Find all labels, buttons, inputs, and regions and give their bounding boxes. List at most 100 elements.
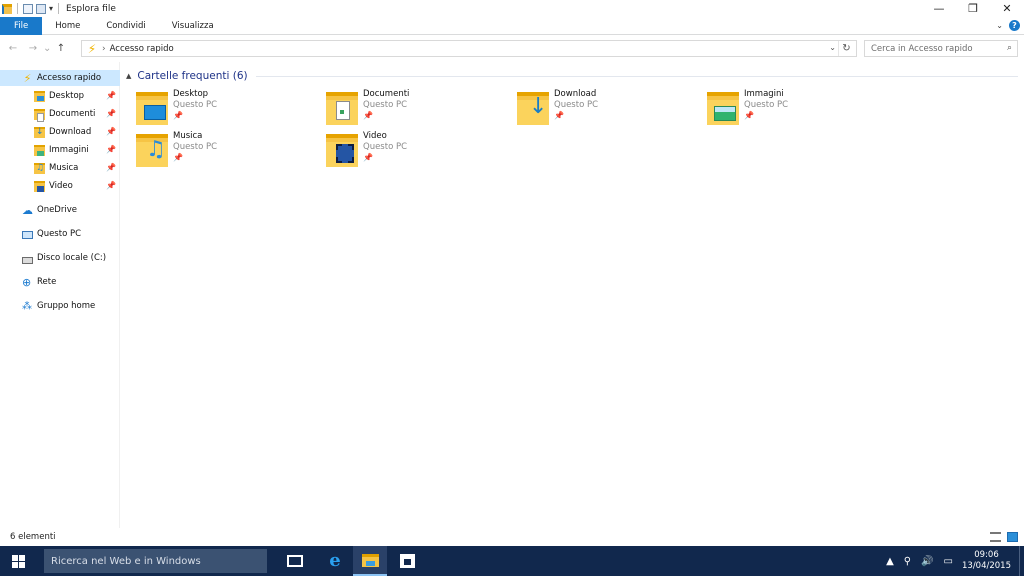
address-bar[interactable]: ⚡ › Accesso rapido ⌄ ↻ (81, 40, 857, 57)
folder-location: Questo PC (363, 142, 408, 152)
folder-tile-downloads[interactable]: ↓ Download Questo PC 📌 (517, 89, 697, 129)
onedrive-icon: ☁ (22, 203, 33, 217)
file-explorer-icon (361, 553, 379, 567)
file-explorer-taskbar-button[interactable] (353, 546, 387, 576)
folder-location: Questo PC (744, 100, 789, 110)
title-bar: ▾ Esplora file — ❐ ✕ (0, 0, 1024, 17)
store-button[interactable] (390, 546, 424, 576)
group-header-frequent-folders[interactable]: ▲ Cartelle frequenti (6) (126, 70, 1018, 82)
recent-locations-chevron-icon[interactable]: ⌄ (43, 43, 51, 54)
back-arrow-icon[interactable]: ← (3, 43, 23, 54)
sidebar-item-onedrive[interactable]: ☁ OneDrive (0, 202, 120, 218)
details-view-icon[interactable] (990, 532, 1001, 542)
sidebar-item-label: Accesso rapido (37, 73, 102, 83)
documents-folder-icon (326, 92, 358, 125)
network-tray-icon[interactable]: ⚲ (904, 556, 911, 567)
sidebar-item-label: Questo PC (37, 229, 82, 239)
folder-tile-pictures[interactable]: Immagini Questo PC 📌 (707, 89, 887, 129)
up-arrow-icon[interactable]: ↑ (51, 43, 71, 54)
download-folder-icon: ↓ (517, 92, 549, 125)
search-icon[interactable]: ⌕ (1007, 43, 1012, 53)
navigation-pane: ⚡ Accesso rapido Desktop 📌 Documenti 📌 D… (0, 62, 120, 528)
address-history-chevron-icon[interactable]: ⌄ (829, 43, 836, 52)
show-hidden-icons-chevron-icon[interactable]: ▲ (886, 556, 894, 567)
show-desktop-button[interactable] (1019, 546, 1024, 576)
homegroup-icon: ⁂ (22, 300, 32, 312)
navigation-bar: ← → ⌄ ↑ ⚡ › Accesso rapido ⌄ ↻ Cerca in … (0, 35, 1024, 62)
clock-date: 13/04/2015 (962, 561, 1011, 571)
task-view-icon (287, 555, 303, 567)
sidebar-item-this-pc[interactable]: Questo PC (0, 226, 120, 242)
taskbar: Ricerca nel Web e in Windows e ▲ ⚲ 🔊 ▭ 0… (0, 546, 1024, 576)
windows-logo-icon (11, 554, 25, 568)
sidebar-item-label: Disco locale (C:) (37, 253, 107, 263)
sidebar-item-network[interactable]: ⊕ Rete (0, 274, 120, 290)
group-divider (255, 75, 1018, 77)
this-pc-icon (22, 231, 33, 239)
download-folder-icon (34, 126, 45, 138)
sidebar-item-label: OneDrive (37, 205, 77, 215)
start-button[interactable] (0, 546, 36, 576)
clock[interactable]: 09:06 13/04/2015 (962, 550, 1011, 572)
documents-folder-icon (34, 108, 45, 122)
taskbar-search-box[interactable]: Ricerca nel Web e in Windows (44, 549, 267, 573)
folder-tile-music[interactable]: ♫ Musica Questo PC 📌 (136, 131, 316, 171)
breadcrumb-current[interactable]: Accesso rapido (110, 44, 174, 54)
refresh-icon[interactable]: ↻ (838, 41, 854, 56)
folder-tile-desktop[interactable]: Desktop Questo PC 📌 (136, 89, 316, 129)
pin-icon: 📌 (106, 181, 116, 190)
music-folder-icon (34, 162, 45, 174)
sidebar-item-local-disk[interactable]: Disco locale (C:) (0, 250, 120, 266)
task-view-button[interactable] (278, 546, 312, 576)
desktop-folder-icon (136, 92, 168, 125)
network-icon: ⊕ (22, 275, 32, 289)
tab-file[interactable]: File (0, 16, 43, 35)
folder-name: Musica (173, 131, 203, 141)
minimize-button[interactable]: — (922, 0, 956, 17)
help-icon[interactable]: ? (1009, 20, 1020, 31)
group-title: Cartelle frequenti (6) (137, 70, 248, 82)
sidebar-item-downloads[interactable]: Download 📌 (0, 124, 120, 140)
quick-access-bolt-icon: ⚡ (23, 71, 32, 85)
sidebar-item-quick-access[interactable]: ⚡ Accesso rapido (0, 70, 120, 86)
folder-tile-video[interactable]: Video Questo PC 📌 (326, 131, 506, 171)
sidebar-item-documents[interactable]: Documenti 📌 (0, 106, 120, 122)
pin-icon: 📌 (173, 111, 183, 120)
search-placeholder: Cerca in Accesso rapido (871, 43, 973, 54)
sidebar-item-label: Video (49, 181, 73, 191)
folder-name: Desktop (173, 89, 209, 99)
breadcrumb-chevron-icon[interactable]: › (102, 44, 106, 54)
sidebar-item-video[interactable]: Video 📌 (0, 178, 120, 194)
large-icons-view-icon[interactable] (1007, 532, 1018, 542)
pin-icon: 📌 (106, 109, 116, 118)
tab-home[interactable]: Home (42, 17, 93, 35)
customize-toolbar-chevron-icon[interactable]: ▾ (49, 4, 53, 13)
sidebar-item-pictures[interactable]: Immagini 📌 (0, 142, 120, 158)
pin-icon: 📌 (106, 127, 116, 136)
close-button[interactable]: ✕ (990, 0, 1024, 17)
pictures-folder-icon (707, 92, 739, 125)
folder-tile-documents[interactable]: Documenti Questo PC 📌 (326, 89, 506, 129)
volume-icon[interactable]: 🔊 (921, 556, 933, 567)
tab-view[interactable]: Visualizza (159, 17, 227, 35)
properties-icon[interactable] (23, 3, 33, 14)
sidebar-item-music[interactable]: Musica 📌 (0, 160, 120, 176)
search-input[interactable]: Cerca in Accesso rapido ⌕ (864, 40, 1018, 57)
toolbar-divider (58, 3, 60, 14)
sidebar-item-desktop[interactable]: Desktop 📌 (0, 88, 120, 104)
tab-share[interactable]: Condividi (93, 17, 158, 35)
sidebar-item-homegroup[interactable]: ⁂ Gruppo home (0, 298, 120, 314)
folder-location: Questo PC (173, 142, 218, 152)
sidebar-item-label: Rete (37, 277, 57, 287)
action-center-icon[interactable]: ▭ (944, 556, 953, 567)
expand-ribbon-chevron-icon[interactable]: ⌄ (996, 21, 1003, 30)
forward-arrow-icon[interactable]: → (23, 43, 43, 54)
local-disk-icon (22, 256, 33, 264)
new-folder-icon[interactable] (36, 3, 46, 14)
file-explorer-app-icon[interactable] (2, 3, 12, 14)
restore-button[interactable]: ❐ (956, 0, 990, 17)
internet-explorer-button[interactable]: e (318, 546, 352, 576)
internet-explorer-icon: e (329, 550, 341, 571)
collapse-group-icon[interactable]: ▲ (126, 72, 131, 80)
video-folder-icon (326, 134, 358, 167)
